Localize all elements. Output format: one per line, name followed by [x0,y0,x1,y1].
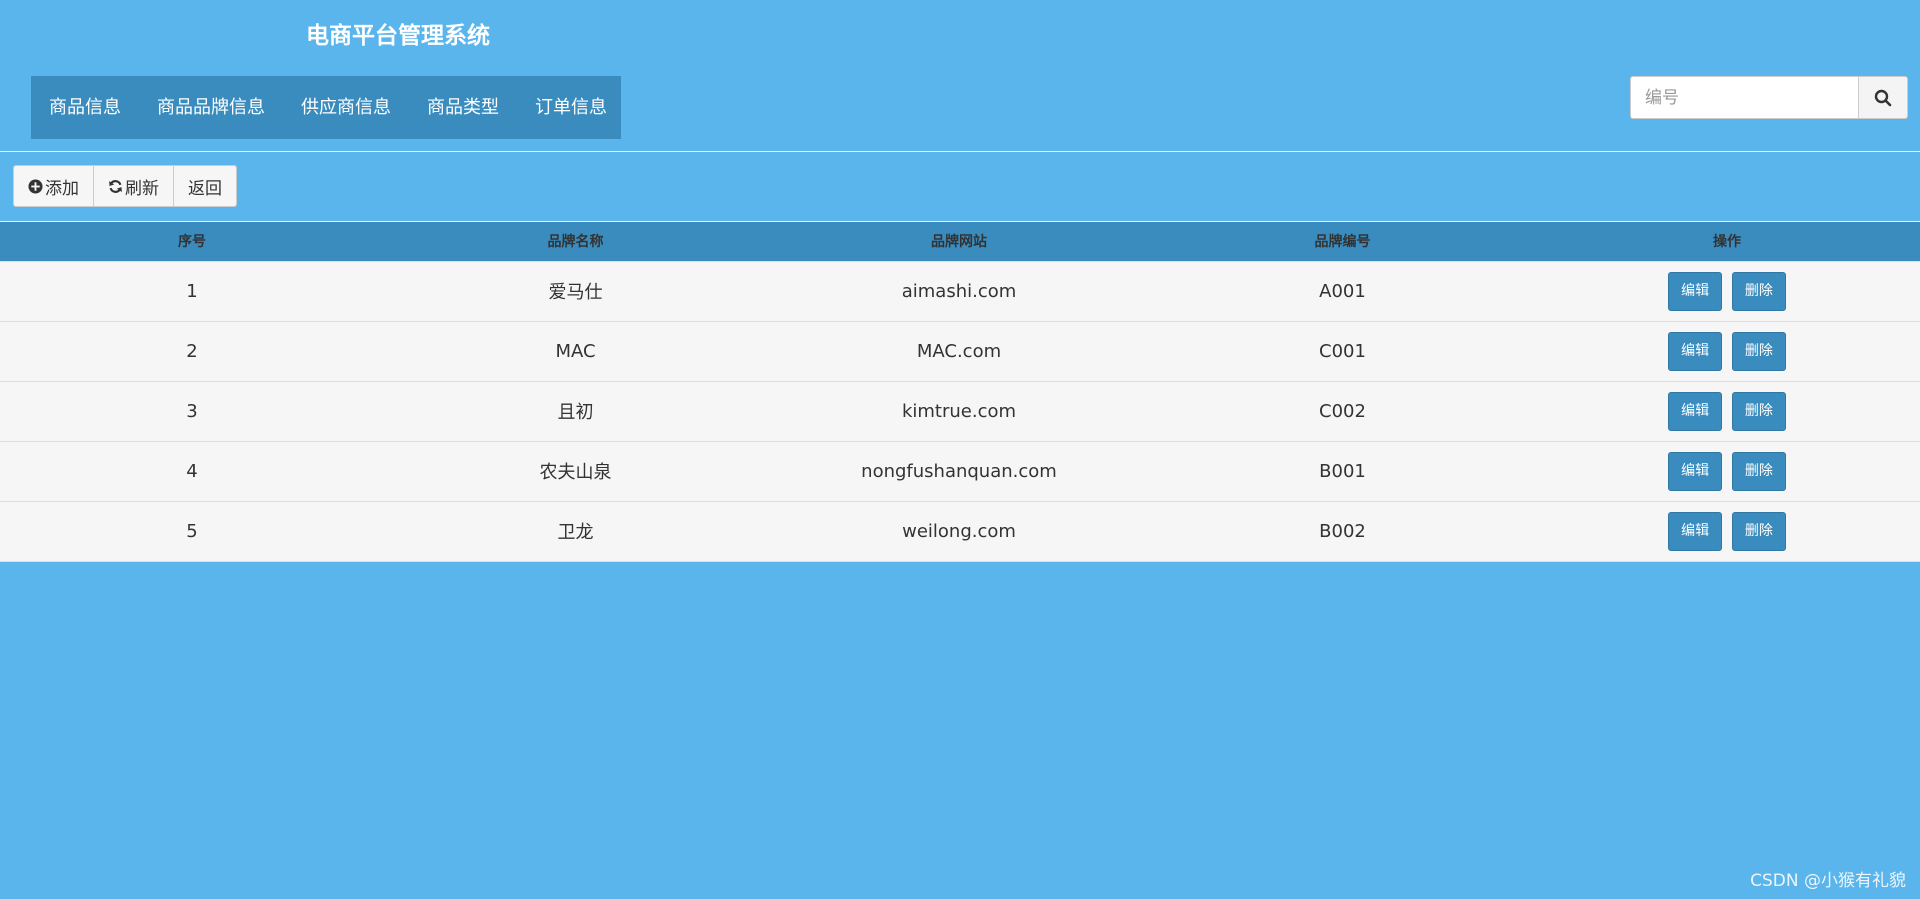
brand-table-container: 序号 品牌名称 品牌网站 品牌编号 操作 1 爱马仕 aimashi.com A… [0,221,1920,562]
header: 电商平台管理系统 商品信息 商品品牌信息 供应商信息 商品类型 订单信息 [0,0,1920,152]
cell-index: 2 [186,340,198,362]
edit-button[interactable]: 编辑 [1668,391,1723,431]
cell-actions: 编辑 删除 [1534,261,1920,321]
add-button-label: 添加 [45,178,79,199]
nav-item-brands[interactable]: 商品品牌信息 [139,76,283,139]
cell-brand-code: B002 [1319,520,1366,542]
cell-index: 3 [186,400,198,422]
watermark: CSDN @小猴有礼貌 [1750,871,1906,891]
search-input[interactable] [1630,76,1859,119]
cell-brand-code: B001 [1319,460,1366,482]
refresh-button-label: 刷新 [125,178,159,199]
column-header-brand-name: 品牌名称 [547,234,604,251]
main-nav: 商品信息 商品品牌信息 供应商信息 商品类型 订单信息 [31,76,621,139]
search-button[interactable] [1859,76,1908,119]
cell-brand-site: MAC.com [916,340,1002,362]
table-header-row: 序号 品牌名称 品牌网站 品牌编号 操作 [0,222,1920,261]
nav-item-orders[interactable]: 订单信息 [517,76,625,139]
delete-button[interactable]: 删除 [1731,271,1786,311]
cell-brand-code: A001 [1319,280,1366,302]
table-row: 1 爱马仕 aimashi.com A001 编辑 删除 [0,261,1920,321]
app-title: 电商平台管理系统 [306,23,490,49]
cell-index: 4 [186,460,198,482]
table-row: 5 卫龙 weilong.com B002 编辑 删除 [0,501,1920,561]
cell-index: 1 [186,280,198,302]
plus-circle-icon [28,178,43,194]
delete-button[interactable]: 删除 [1731,451,1786,491]
cell-index: 5 [186,520,198,542]
nav-item-products[interactable]: 商品信息 [31,76,139,139]
delete-button[interactable]: 删除 [1731,391,1786,431]
column-header-actions: 操作 [1713,234,1741,251]
edit-button[interactable]: 编辑 [1668,511,1723,551]
cell-brand-site: nongfushanquan.com [861,460,1057,482]
cell-actions: 编辑 删除 [1534,441,1920,501]
cell-brand-site: aimashi.com [901,280,1017,302]
column-header-brand-code: 品牌编号 [1314,234,1371,251]
search-box [1630,76,1908,119]
back-button[interactable]: 返回 [173,165,237,207]
edit-button[interactable]: 编辑 [1668,271,1723,311]
cell-brand-name: 爱马仕 [548,282,603,303]
refresh-icon [108,179,123,194]
search-icon [1874,89,1892,106]
cell-brand-name: MAC [555,340,596,362]
refresh-button[interactable]: 刷新 [93,165,174,207]
edit-button[interactable]: 编辑 [1668,331,1723,371]
add-button[interactable]: 添加 [13,165,94,207]
delete-button[interactable]: 删除 [1731,511,1786,551]
column-header-index: 序号 [178,234,206,251]
cell-brand-site: weilong.com [902,520,1016,542]
nav-item-suppliers[interactable]: 供应商信息 [283,76,409,139]
cell-brand-name: 卫龙 [557,522,594,543]
column-header-brand-site: 品牌网站 [931,234,987,251]
nav-item-categories[interactable]: 商品类型 [409,76,517,139]
table-row: 3 且初 kimtrue.com C002 编辑 删除 [0,381,1920,441]
cell-brand-code: C002 [1319,400,1366,422]
back-button-label: 返回 [188,178,222,199]
cell-brand-name: 且初 [557,402,594,423]
brand-table: 序号 品牌名称 品牌网站 品牌编号 操作 1 爱马仕 aimashi.com A… [0,222,1920,562]
table-row: 2 MAC MAC.com C001 编辑 删除 [0,321,1920,381]
cell-actions: 编辑 删除 [1534,381,1920,441]
table-row: 4 农夫山泉 nongfushanquan.com B001 编辑 删除 [0,441,1920,501]
edit-button[interactable]: 编辑 [1668,451,1723,491]
cell-brand-name: 农夫山泉 [539,462,612,483]
cell-actions: 编辑 删除 [1534,501,1920,561]
cell-brand-code: C001 [1319,340,1366,362]
delete-button[interactable]: 删除 [1731,331,1786,371]
toolbar: 添加 刷新 返回 [13,165,237,207]
cell-actions: 编辑 删除 [1534,321,1920,381]
cell-brand-site: kimtrue.com [901,400,1017,422]
